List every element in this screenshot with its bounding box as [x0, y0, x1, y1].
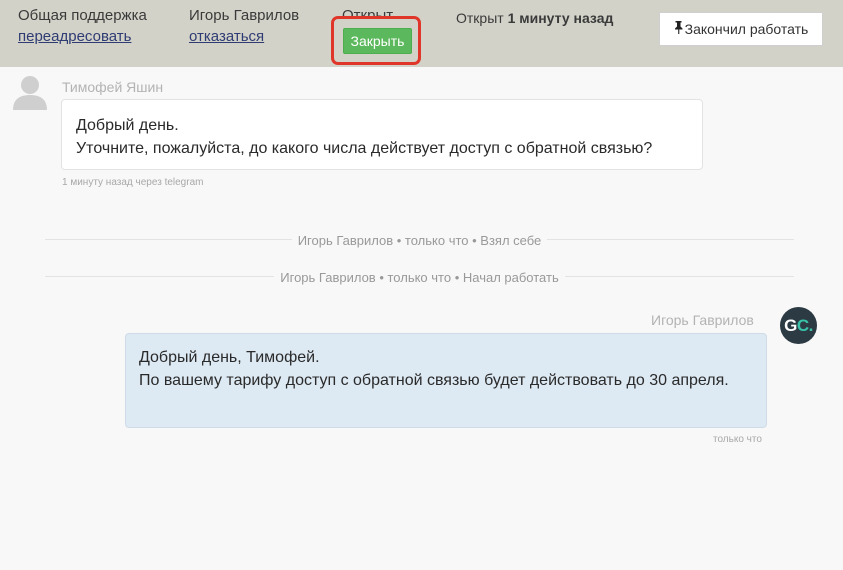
forward-link[interactable]: переадресовать: [18, 28, 147, 45]
incoming-message: Добрый день. Уточните, пожалуйста, до ка…: [61, 99, 703, 170]
finish-work-label: Закончил работать: [684, 21, 809, 37]
user-silhouette-icon: [13, 74, 47, 110]
pin-icon: [674, 14, 684, 46]
queue-name: Общая поддержка: [18, 7, 147, 24]
message-author: Тимофей Яшин: [62, 79, 164, 95]
opened-time: Открыт 1 минуту назад: [456, 10, 613, 26]
opened-ago: 1 минуту назад: [507, 10, 614, 26]
event-text: Игорь Гаврилов • только что • Взял себе: [291, 233, 548, 248]
avatar: GC.: [780, 307, 817, 344]
close-ticket-button[interactable]: Закрыть: [343, 28, 412, 54]
avatar-accent: C.: [796, 316, 814, 335]
assignee-block: Игорь Гаврилов отказаться: [189, 7, 299, 45]
queue-block: Общая поддержка переадресовать: [18, 7, 147, 45]
close-button-highlight: Закрыть: [331, 16, 421, 65]
opened-prefix: Открыт: [456, 10, 504, 26]
message-line: По вашему тарифу доступ с обратной связь…: [139, 372, 729, 389]
event-text: Игорь Гаврилов • только что • Начал рабо…: [274, 270, 565, 285]
event-line: Игорь Гаврилов • только что • Начал рабо…: [45, 269, 794, 285]
ticket-header: Общая поддержка переадресовать Игорь Гав…: [0, 0, 843, 67]
message-meta: только что: [713, 434, 762, 445]
message-author: Игорь Гаврилов: [651, 312, 754, 328]
message-meta: 1 минуту назад через telegram: [62, 177, 204, 188]
assignee-name: Игорь Гаврилов: [189, 7, 300, 24]
avatar-letters: G: [784, 316, 797, 335]
finish-work-button[interactable]: Закончил работать: [659, 12, 823, 46]
message-line: Уточните, пожалуйста, до какого числа де…: [76, 140, 653, 157]
decline-link[interactable]: отказаться: [189, 28, 299, 45]
outgoing-message: Добрый день, Тимофей. По вашему тарифу д…: [125, 333, 767, 428]
message-line: Добрый день, Тимофей.: [139, 349, 320, 366]
message-line: Добрый день.: [76, 117, 179, 134]
event-line: Игорь Гаврилов • только что • Взял себе: [45, 232, 794, 248]
